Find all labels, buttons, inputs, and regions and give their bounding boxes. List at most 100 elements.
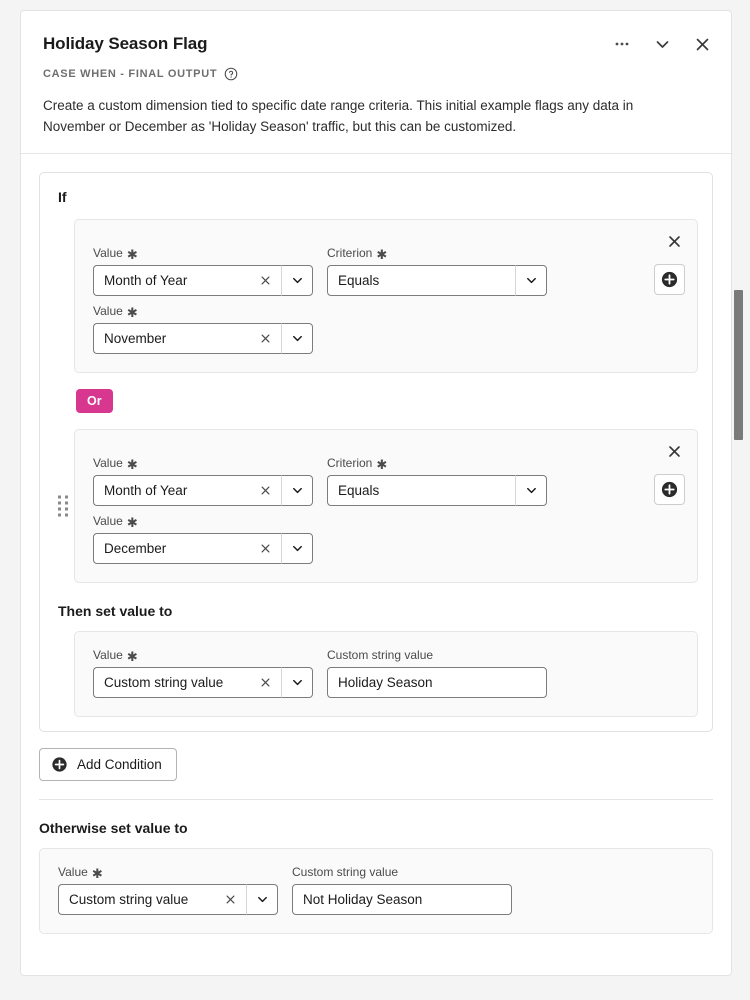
more-options-button[interactable] (611, 33, 633, 55)
then-value-dropdown-button[interactable] (281, 667, 313, 698)
value2-input-2[interactable]: December (93, 533, 281, 564)
vertical-scrollbar-track[interactable] (734, 0, 747, 1000)
close-icon (696, 38, 708, 50)
chevron-down-icon (292, 487, 302, 494)
then-value-field-group: Value ✱ Custom string value (93, 648, 313, 698)
otherwise-custom-field-label: Custom string value (292, 865, 512, 880)
otherwise-value-card: Value ✱ Custom string value Custom strin… (39, 848, 713, 934)
condition-row: Value ✱ Month of Year Criterion ✱ Equals… (54, 429, 698, 583)
criterion-combobox-2[interactable]: Equals (327, 475, 547, 506)
value2-input-1-text: November (104, 331, 167, 346)
value2-combobox-2[interactable]: December (93, 533, 313, 564)
value2-dropdown-2-button[interactable] (281, 533, 313, 564)
chevron-down-icon (526, 487, 536, 494)
close-panel-button[interactable] (691, 33, 713, 55)
clear-value2-2-button[interactable] (257, 541, 273, 557)
value2-input-1[interactable]: November (93, 323, 281, 354)
criterion-field-label: Criterion ✱ (327, 456, 547, 471)
then-custom-string-input[interactable]: Holiday Season (327, 667, 547, 698)
value-dropdown-2-button[interactable] (281, 475, 313, 506)
then-value-card: Value ✱ Custom string value Custom strin… (74, 631, 698, 717)
value-input-2[interactable]: Month of Year (93, 475, 281, 506)
otherwise-custom-string-value: Not Holiday Season (303, 892, 423, 907)
collapse-button[interactable] (651, 33, 673, 55)
otherwise-custom-string-input[interactable]: Not Holiday Season (292, 884, 512, 915)
otherwise-value-field-label: Value ✱ (58, 865, 278, 880)
clear-value-1-button[interactable] (257, 273, 273, 289)
value2-field-group: Value ✱ December (93, 514, 313, 564)
condition-2-fields: Value ✱ Month of Year Criterion ✱ Equals… (93, 456, 679, 564)
clear-then-value-button[interactable] (257, 675, 273, 691)
then-value-field-label: Value ✱ (93, 648, 313, 663)
clear-value2-1-button[interactable] (257, 331, 273, 347)
otherwise-value-combobox[interactable]: Custom string value (58, 884, 278, 915)
remove-condition-2-button[interactable] (663, 440, 685, 462)
criterion-dropdown-2-button[interactable] (515, 475, 547, 506)
criterion-combobox-1[interactable]: Equals (327, 265, 547, 296)
screenshot-root: Holiday Season Flag CASE WHEN - FINAL OU… (0, 0, 750, 1000)
otherwise-value-dropdown-button[interactable] (246, 884, 278, 915)
then-set-value-label: Then set value to (58, 603, 173, 619)
chevron-down-icon (292, 545, 302, 552)
value-combobox-2[interactable]: Month of Year (93, 475, 313, 506)
value2-dropdown-1-button[interactable] (281, 323, 313, 354)
clear-otherwise-value-button[interactable] (222, 892, 238, 908)
condition-1-fields: Value ✱ Month of Year Criterion ✱ Equals… (93, 246, 679, 354)
value2-label-text: Value (93, 514, 123, 528)
value-input-1-text: Month of Year (104, 273, 188, 288)
add-sub-condition-1-button[interactable] (654, 264, 685, 295)
criterion-input-2[interactable]: Equals (327, 475, 515, 506)
close-icon (261, 544, 269, 553)
value2-field-label: Value ✱ (93, 304, 313, 319)
criterion-label-text: Criterion (327, 456, 373, 470)
then-custom-field-label: Custom string value (327, 648, 547, 663)
value-combobox-1[interactable]: Month of Year (93, 265, 313, 296)
remove-condition-1-button[interactable] (663, 230, 685, 252)
panel-subtitle-row: CASE WHEN - FINAL OUTPUT (43, 67, 709, 81)
value2-input-2-text: December (104, 541, 167, 556)
close-icon (261, 678, 269, 687)
then-value-input[interactable]: Custom string value (93, 667, 281, 698)
clear-value-2-button[interactable] (257, 483, 273, 499)
criterion-field-label: Criterion ✱ (327, 246, 547, 261)
otherwise-custom-label-text: Custom string value (292, 865, 399, 879)
value-field-group: Value ✱ Month of Year (93, 246, 313, 296)
value-field-label: Value ✱ (93, 246, 313, 261)
required-marker: ✱ (91, 866, 103, 881)
add-condition-button[interactable]: Add Condition (39, 748, 177, 781)
then-custom-field-group: Custom string value Holiday Season (327, 648, 547, 698)
condition-card-2: Value ✱ Month of Year Criterion ✱ Equals… (74, 429, 698, 583)
close-icon (226, 895, 234, 904)
then-custom-label-text: Custom string value (327, 648, 434, 662)
help-circle-icon[interactable] (224, 67, 238, 81)
vertical-scrollbar-thumb[interactable] (734, 290, 743, 440)
value2-combobox-1[interactable]: November (93, 323, 313, 354)
close-icon (261, 334, 269, 343)
value-input-1[interactable]: Month of Year (93, 265, 281, 296)
condition-card-1: Value ✱ Month of Year Criterion ✱ Equals… (74, 219, 698, 373)
condition-row: Value ✱ Month of Year Criterion ✱ Equals… (54, 219, 698, 373)
value-dropdown-1-button[interactable] (281, 265, 313, 296)
criterion-input-1[interactable]: Equals (327, 265, 515, 296)
add-condition-label: Add Condition (77, 757, 162, 772)
chevron-down-icon (257, 896, 267, 903)
plus-circle-icon (661, 481, 678, 498)
then-value-combobox[interactable]: Custom string value (93, 667, 313, 698)
close-icon (668, 445, 680, 457)
section-divider (39, 799, 713, 800)
add-sub-condition-2-button[interactable] (654, 474, 685, 505)
otherwise-value-input[interactable]: Custom string value (58, 884, 246, 915)
value-label-text: Value (93, 246, 123, 260)
close-icon (261, 276, 269, 285)
panel-header: Holiday Season Flag CASE WHEN - FINAL OU… (21, 11, 731, 154)
criterion-dropdown-1-button[interactable] (515, 265, 547, 296)
or-operator-badge[interactable]: Or (76, 389, 113, 413)
drag-handle-icon[interactable] (58, 495, 68, 517)
header-actions (611, 33, 713, 55)
value-field-group: Value ✱ Month of Year (93, 456, 313, 506)
panel-body: If Value ✱ Month of Year Criterion ✱ Equ… (21, 154, 731, 934)
plus-circle-icon (661, 271, 678, 288)
close-icon (261, 486, 269, 495)
required-marker: ✱ (126, 247, 138, 262)
otherwise-fields: Value ✱ Custom string value Custom strin… (58, 865, 694, 915)
